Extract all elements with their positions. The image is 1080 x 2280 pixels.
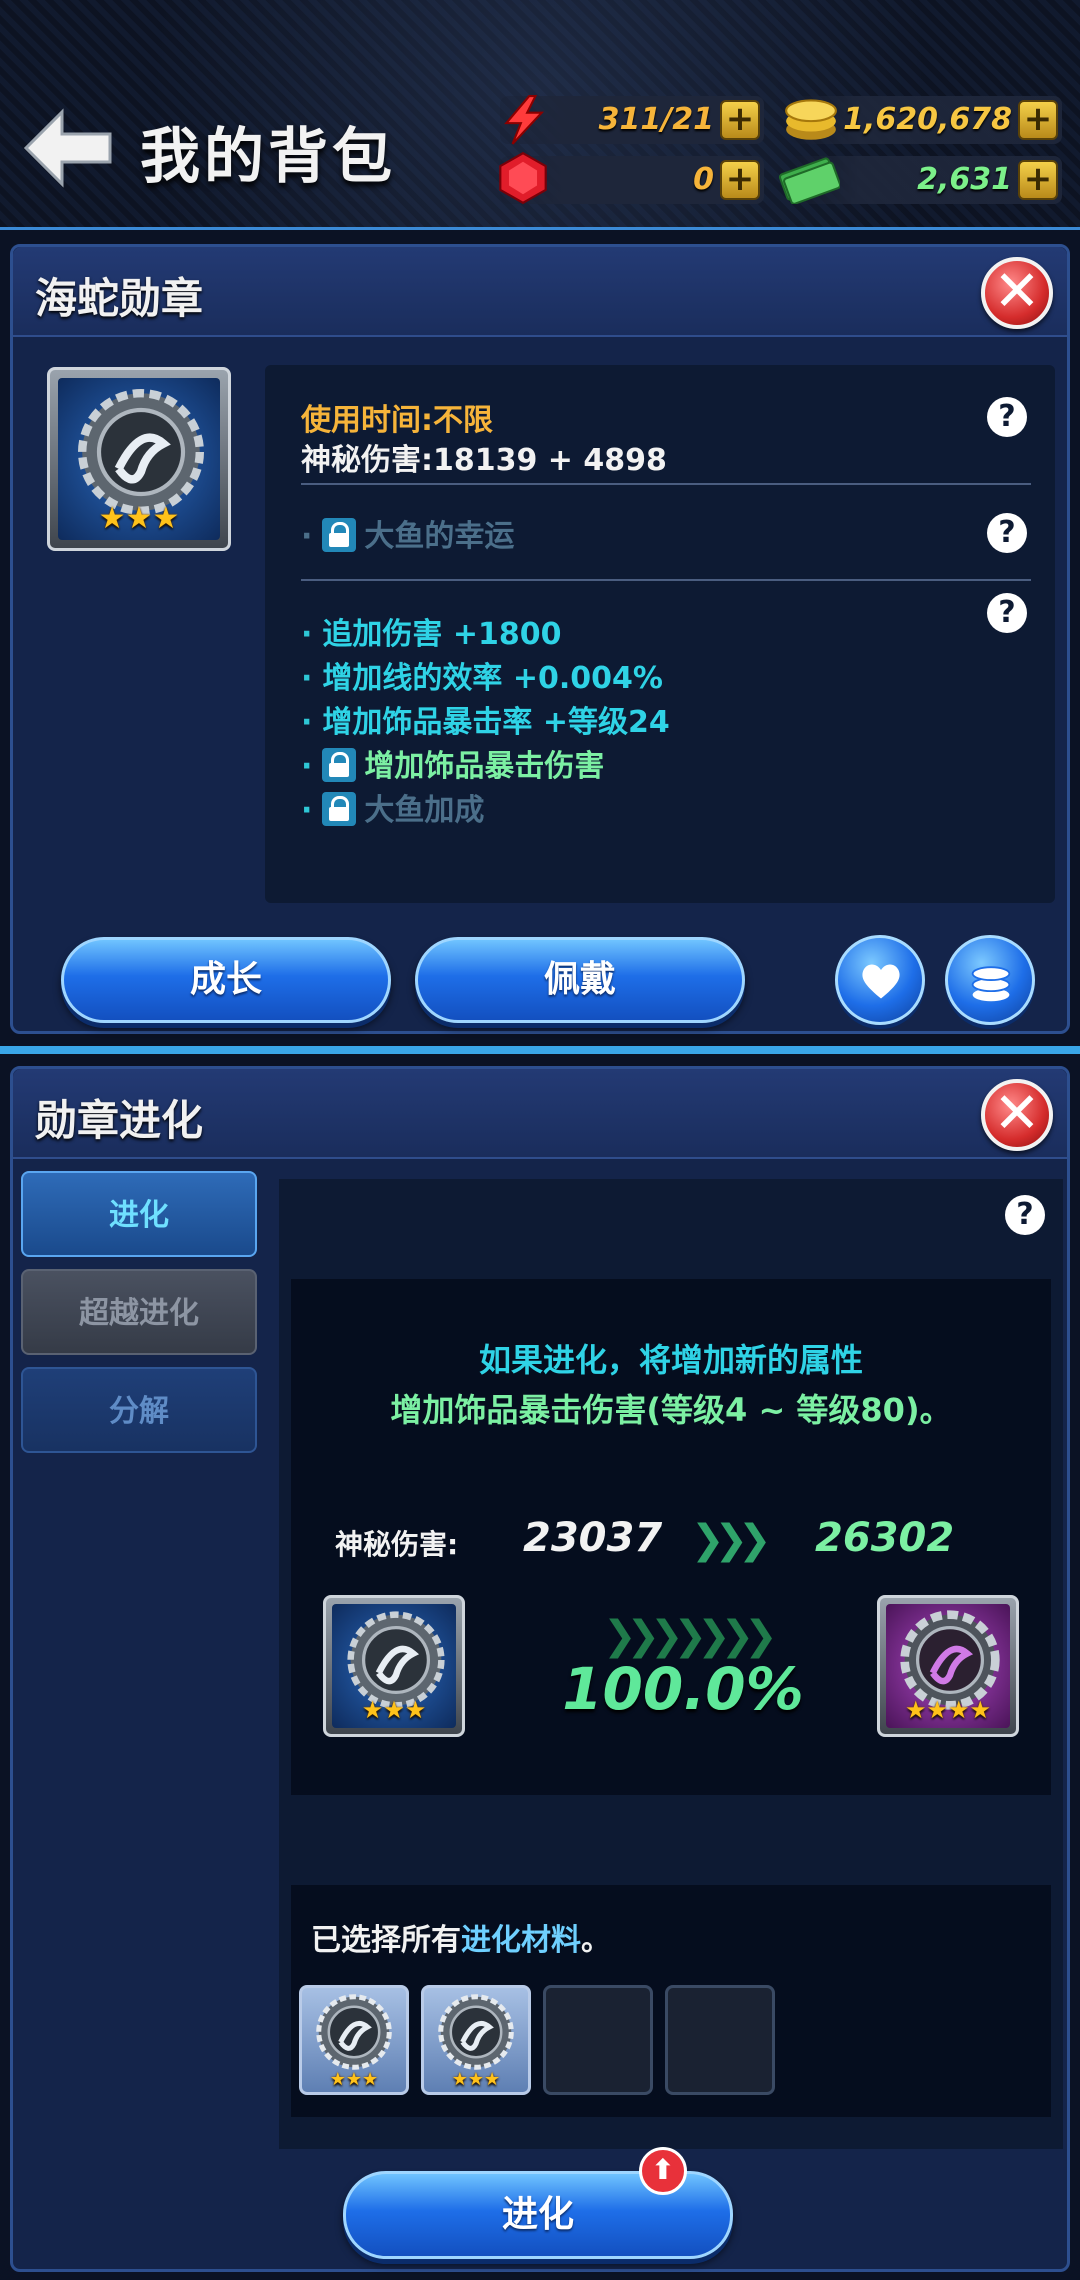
evolution-message-1: 如果进化，将增加新的属性: [478, 1341, 863, 1379]
bonus-stat: · 增加饰品暴击率 +等级24: [301, 705, 670, 740]
gold-value: 1,620,678: [843, 102, 1012, 137]
material-stars: ★★★: [329, 2069, 379, 2090]
material-slot-empty[interactable]: [543, 1985, 653, 2095]
help-icon[interactable]: ?: [987, 397, 1027, 437]
tab-dismantle[interactable]: 分解: [21, 1367, 257, 1453]
chevron-icon: ❯❯❯: [691, 1517, 771, 1563]
add-gem-button[interactable]: +: [720, 160, 760, 200]
close-button[interactable]: ✕: [981, 257, 1053, 329]
panel-header: 海蛇勋章 ✕: [13, 247, 1067, 337]
bonus-stat: · 追加伤害 +1800: [301, 617, 562, 652]
page-title: 我的背包: [140, 122, 396, 192]
medal-title: 海蛇勋章: [35, 274, 204, 323]
materials-link[interactable]: 进化材料: [461, 1923, 581, 1958]
divider: [301, 483, 1031, 485]
panel-header: 勋章进化 ✕: [13, 1069, 1067, 1159]
sea-serpent-medal-icon: [438, 1994, 514, 2070]
tab-evolve[interactable]: 进化: [21, 1171, 257, 1257]
cash-icon: [778, 157, 840, 204]
medal-before: ★★★: [323, 1595, 465, 1737]
medal-info-box: 使用时间:不限 神秘伤害:18139 + 4898 ? · 大鱼的幸运 ? ? ·…: [265, 365, 1055, 903]
help-icon[interactable]: ?: [987, 513, 1027, 553]
add-cash-button[interactable]: +: [1018, 160, 1058, 200]
equip-button[interactable]: 佩戴: [415, 937, 745, 1023]
gold-resource: 1,620,678 +: [785, 96, 1062, 144]
add-gold-button[interactable]: +: [1018, 100, 1058, 140]
medal-evolution-panel: 勋章进化 ✕ 进化 超越进化 分解 ? 如果进化，将增加新的属性 增加饰品暴击伤…: [10, 1066, 1070, 2272]
heart-icon: [862, 964, 900, 999]
cash-resource: 2,631 +: [778, 156, 1062, 204]
material-slot-empty[interactable]: [665, 1985, 775, 2095]
coin-stack-button[interactable]: [945, 935, 1035, 1025]
evolution-title: 勋章进化: [35, 1096, 204, 1145]
locked-skill-label: 大鱼的幸运: [364, 519, 515, 554]
close-icon: ✕: [993, 1081, 1041, 1146]
close-button[interactable]: ✕: [981, 1079, 1053, 1151]
energy-resource: 311/21 +: [500, 95, 764, 145]
close-icon: ✕: [993, 259, 1041, 324]
medal-after: ★★★★: [877, 1595, 1019, 1737]
help-icon[interactable]: ?: [987, 593, 1027, 633]
up-arrow-icon: ⬆: [639, 2147, 687, 2195]
medal-stars: ★★★: [361, 1696, 427, 1724]
lock-icon: [322, 791, 357, 826]
help-icon[interactable]: ?: [1005, 1195, 1045, 1235]
gem-value: 0: [693, 162, 714, 197]
coin-stack-icon: [971, 966, 1011, 1002]
materials-status: 已选择所有进化材料。: [311, 1923, 611, 1958]
material-slot[interactable]: ★★★: [421, 1985, 531, 2095]
bonus-stat: · 增加线的效率 +0.004%: [301, 661, 663, 696]
medal-detail-panel: 海蛇勋章 ✕ ★★★ 使用时间:不限 神秘伤害:18139 + 4898 ? ·…: [10, 244, 1070, 1034]
gem-resource: 0 +: [499, 151, 764, 205]
grow-button[interactable]: 成长: [61, 937, 391, 1023]
medal-stars: ★★★★: [904, 1696, 992, 1724]
medal-stars: ★★★: [98, 501, 180, 536]
materials-box: 已选择所有进化材料。 ★★★ ★★★: [291, 1885, 1051, 2117]
lightning-icon: [504, 95, 545, 145]
material-slot[interactable]: ★★★: [299, 1985, 409, 2095]
lock-icon: [322, 747, 357, 782]
lock-icon: [322, 517, 357, 552]
medal-portrait: ★★★: [47, 367, 231, 551]
divider: [301, 579, 1031, 581]
chevron-icon: ❯❯❯❯❯❯❯: [603, 1613, 778, 1659]
mystic-damage: 神秘伤害:18139 + 4898: [301, 443, 667, 478]
panel-separator: [0, 1046, 1080, 1054]
back-arrow-icon[interactable]: [22, 108, 114, 188]
stat-after: 26302: [815, 1515, 955, 1561]
ruby-icon: [499, 151, 547, 205]
stat-label: 神秘伤害:: [335, 1528, 459, 1561]
locked-stat: · 大鱼加成: [301, 791, 485, 828]
usage-time: 使用时间:不限: [301, 403, 493, 438]
material-stars: ★★★: [451, 2069, 501, 2090]
gold-coin-icon: [785, 99, 837, 140]
energy-value: 311/21: [598, 102, 714, 137]
evolution-message-2: 增加饰品暴击伤害(等级4 ~ 等级80)。: [390, 1391, 952, 1429]
locked-skill-row: · 大鱼的幸运: [301, 517, 515, 554]
evolution-info: 如果进化，将增加新的属性 增加饰品暴击伤害(等级4 ~ 等级80)。 神秘伤害:…: [291, 1279, 1051, 1795]
top-bar: 我的背包 311/21 + 1,620,678 + 0 + 2,631 +: [0, 0, 1080, 230]
favorite-button[interactable]: [835, 935, 925, 1025]
stat-before: 23037: [523, 1515, 663, 1561]
cash-value: 2,631: [917, 162, 1012, 197]
locked-stat: · 增加饰品暴击伤害: [301, 747, 605, 784]
add-energy-button[interactable]: +: [720, 100, 760, 140]
tab-transcend[interactable]: 超越进化: [21, 1269, 257, 1355]
evolution-content: ? 如果进化，将增加新的属性 增加饰品暴击伤害(等级4 ~ 等级80)。 神秘伤…: [279, 1179, 1063, 2149]
success-rate: 100.0%: [562, 1655, 804, 1723]
sea-serpent-medal-icon: [316, 1994, 392, 2070]
